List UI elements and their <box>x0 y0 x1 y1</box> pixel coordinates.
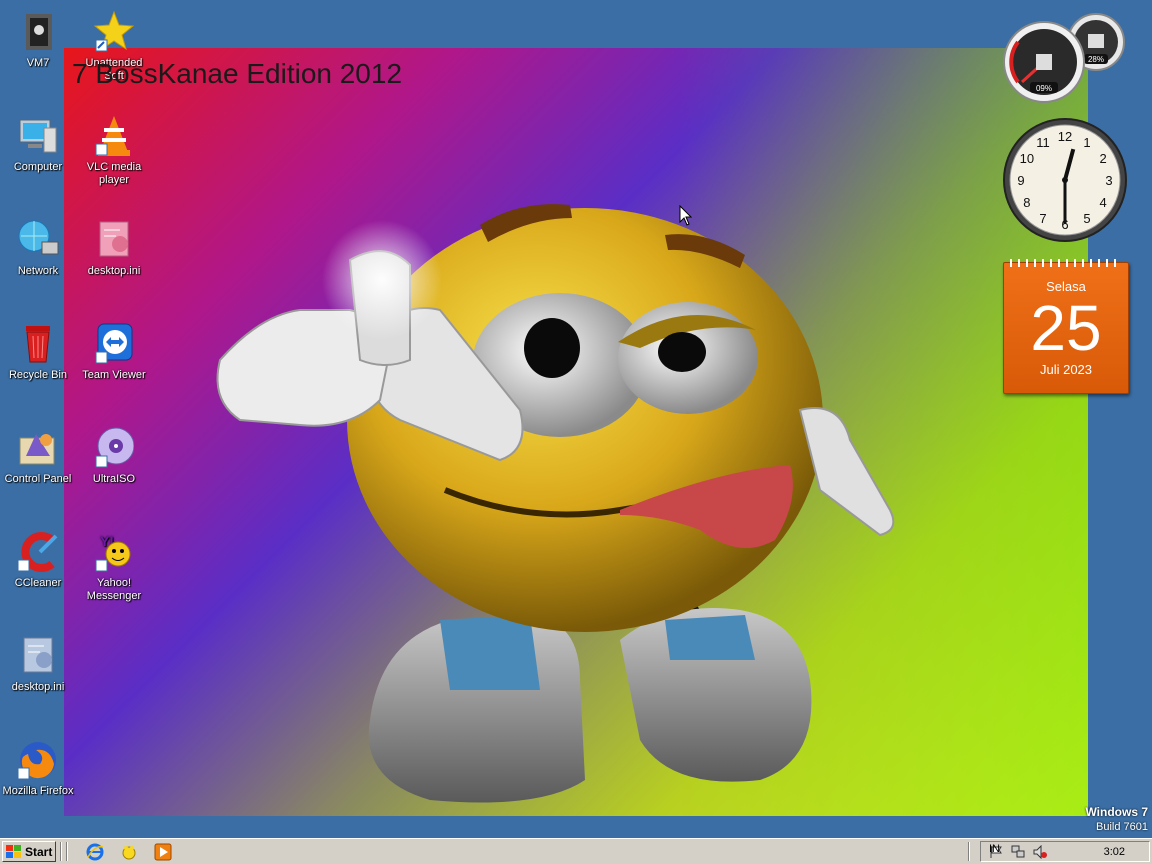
clock-numeral: 5 <box>1083 211 1090 226</box>
desktop-icon-ultraiso[interactable]: UltraISO <box>76 426 152 486</box>
desktop: 7 BossKanae Edition 2012 Windows 7 Build… <box>0 0 1152 838</box>
clock-gadget[interactable]: 12 1234567891011 <box>1002 117 1128 243</box>
clock-numeral: 12 <box>1058 129 1072 144</box>
clock-numeral: 7 <box>1039 211 1046 226</box>
taskbar-separator <box>968 842 970 861</box>
yahoo-messenger-icon: Y! <box>95 533 131 572</box>
desktop-icon-recycle-bin[interactable]: Recycle Bin <box>0 322 76 382</box>
cpu-meter-gadget[interactable]: 28% 09% <box>1000 10 1130 106</box>
desktop-icon-firefox[interactable]: Mozilla Firefox <box>0 738 76 798</box>
calendar-gadget[interactable]: Selasa 25 Juli 2023 <box>1003 259 1129 394</box>
volume-muted-icon[interactable] <box>1033 845 1047 859</box>
desktop-icon-vlc[interactable]: VLC media player <box>76 114 152 187</box>
folder-shortcut-icon <box>26 14 52 50</box>
clock-numeral: 11 <box>1036 135 1050 150</box>
internet-explorer-icon[interactable] <box>86 843 104 861</box>
recycle-bin-icon <box>26 326 50 363</box>
desktop-icon-desktop-ini-1[interactable]: desktop.ini <box>76 218 152 278</box>
start-label: Start <box>25 844 53 859</box>
cpu-percent: 09% <box>1036 84 1052 93</box>
calendar-month-year: Juli 2023 <box>1039 362 1093 377</box>
calendar-rings <box>1010 259 1122 267</box>
computer-icon <box>19 119 57 153</box>
desktop-icon-desktop-ini-2[interactable]: desktop.ini <box>0 634 76 694</box>
calendar-day-number: 25 <box>1030 292 1102 364</box>
clock-numeral: 1 <box>1083 135 1090 150</box>
clock-numeral: 9 <box>1017 173 1024 188</box>
wallpaper-title: 7 BossKanae Edition 2012 <box>72 58 403 89</box>
start-button[interactable]: Start <box>2 841 56 862</box>
windows-build: Build 7601 <box>1096 821 1148 833</box>
control-panel-icon <box>19 434 55 465</box>
ccleaner-icon <box>17 532 58 572</box>
clock-numeral: 2 <box>1099 151 1106 166</box>
disc-icon <box>95 427 134 468</box>
windows-build-watermark: Windows 7 Build 7601 <box>1085 805 1148 835</box>
media-player-icon[interactable] <box>154 843 172 861</box>
desktop-icon-control-panel[interactable]: Control Panel <box>0 426 76 486</box>
network-tray-icon[interactable] <box>1011 845 1025 859</box>
taskbar-separator <box>60 842 62 861</box>
clock-numeral: 10 <box>1020 151 1034 166</box>
settings-file-icon <box>99 221 129 257</box>
network-icon <box>18 220 59 255</box>
teamviewer-icon <box>95 323 133 364</box>
clock-numeral: 8 <box>1023 195 1030 210</box>
clock-numeral: 3 <box>1105 173 1112 188</box>
system-tray: 3:02 <box>980 841 1150 862</box>
clock-numeral: 4 <box>1099 195 1106 210</box>
settings-file-icon <box>23 637 53 673</box>
language-indicator[interactable]: IN <box>989 843 1000 855</box>
desktop-icon-computer[interactable]: Computer <box>0 114 76 174</box>
taskbar-clock[interactable]: 3:02 <box>1104 846 1125 858</box>
desktop-icon-teamviewer[interactable]: Team Viewer <box>76 322 152 382</box>
smiley-wallpaper-art <box>216 204 895 803</box>
star-icon <box>94 10 134 52</box>
windows-version: Windows 7 <box>1085 805 1148 819</box>
ram-percent: 28% <box>1088 55 1104 64</box>
windows-logo-icon <box>6 844 21 858</box>
desktop-icon-ccleaner[interactable]: CCleaner <box>0 530 76 590</box>
show-desktop-icon[interactable] <box>120 843 138 861</box>
desktop-icon-yahoo-messenger[interactable]: Y! Yahoo! Messenger <box>76 530 152 603</box>
desktop-icon-vm7[interactable]: VM7 <box>0 10 76 70</box>
desktop-icon-network[interactable]: Network <box>0 218 76 278</box>
taskbar: Start 3:02 <box>0 838 1152 864</box>
taskbar-separator <box>66 842 68 861</box>
vlc-icon <box>95 116 130 156</box>
firefox-icon <box>17 742 56 780</box>
